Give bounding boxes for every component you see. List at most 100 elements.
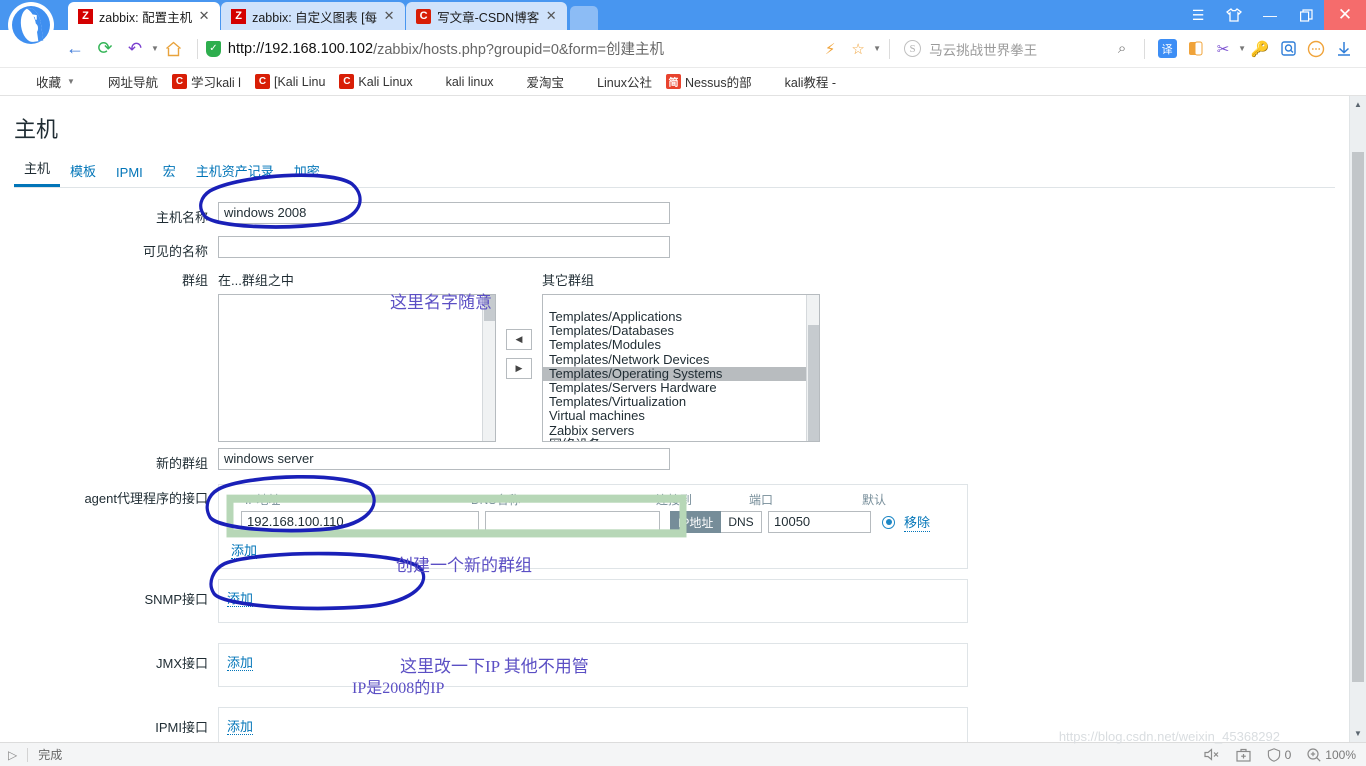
password-key-icon[interactable]: 🔑 [1246,35,1274,63]
other-group-item[interactable]: Templates/Virtualization [543,395,819,409]
more-dots-icon[interactable] [1302,35,1330,63]
scroll-up-icon[interactable]: ▲ [1350,96,1366,113]
tab-ipmi[interactable]: IPMI [106,161,153,187]
other-group-item[interactable]: Templates/Modules [543,338,819,352]
interface-port-input[interactable]: 10050 [768,511,871,533]
screenshot-scissors-icon[interactable]: ✂ [1209,35,1237,63]
bookmark-taobao[interactable]: 🗎 爱淘宝 [501,71,572,93]
history-caret-icon[interactable]: ▼ [151,44,159,53]
search-box[interactable]: S 马云挑战世界拳王 [898,39,1108,59]
download-icon[interactable] [1330,35,1358,63]
minimize-icon[interactable]: — [1252,0,1288,30]
browser-tab-3[interactable]: C 写文章-CSDN博客 ✕ [406,2,568,30]
bookmark-nav[interactable]: ⊕ 网址导航 [82,71,165,93]
in-groups-scrollbar[interactable] [482,295,495,441]
bookmark-favorites[interactable]: ★ 收藏 ▼ [10,71,82,93]
ad-block-icon[interactable]: 0 [1267,748,1291,762]
save-page-icon[interactable] [1181,35,1209,63]
hostname-input[interactable]: windows 2008 [218,202,670,224]
jmx-interfaces-block: 添加 [218,643,968,687]
interface-dns-input[interactable] [485,511,660,533]
reload-icon[interactable]: ⟳ [90,34,120,64]
bookmark-kali-linux[interactable]: C Kali Linux [332,71,419,93]
page-viewport: 主机 主机 模板 IPMI 宏 主机资产记录 加密 主机名称 windows 2… [0,96,1366,742]
move-right-button[interactable]: ▶ [506,357,532,379]
browser-tab-3-close-icon[interactable]: ✕ [543,8,559,24]
sogou-logo-letter: S [22,8,40,41]
zabbix-favicon-icon: Z [231,8,247,24]
mute-icon[interactable] [1204,748,1220,761]
browser-tab-2[interactable]: Z zabbix: 自定义图表 [每 ✕ [221,2,406,30]
interface-ip-input[interactable]: 192.168.100.110 [241,511,479,533]
tab-encryption[interactable]: 加密 [284,157,330,187]
address-bar[interactable]: http://192.168.100.102/zabbix/hosts.php?… [205,36,816,62]
search-magnifier-icon[interactable]: ⌕ [1108,35,1136,63]
browser-tab-3-title: 写文章-CSDN博客 [437,10,540,25]
connect-to-dns-button[interactable]: DNS [721,511,762,533]
new-tab-button[interactable] [570,6,599,30]
bookmark-linuxidc[interactable]: ● Linux公社 [571,71,659,93]
remove-interface-link[interactable]: 移除 [904,512,931,532]
shield-check-icon [205,40,221,57]
add-jmx-interface-link[interactable]: 添加 [227,655,254,671]
zoom-control[interactable]: 100% [1307,748,1356,762]
csdn-watermark: https://blog.csdn.net/weixin_45368292 [1058,729,1280,744]
ipmi-label: IPMI接口 [155,720,208,735]
scroll-thumb[interactable] [1352,152,1364,682]
other-group-item[interactable]: Templates/Servers Hardware [543,380,819,395]
restore-icon[interactable] [1288,0,1324,30]
add-snmp-interface-link[interactable]: 添加 [227,591,254,607]
default-interface-radio[interactable] [882,515,895,529]
other-group-item[interactable]: 网络设备 [543,437,819,441]
history-back-icon[interactable]: ↶ [120,34,150,64]
add-agent-interface-link[interactable]: 添加 [231,543,258,559]
in-groups-listbox[interactable] [218,294,496,442]
lightning-icon[interactable]: ⚡ [816,35,844,63]
search-input[interactable]: 马云挑战世界拳王 [929,39,1037,59]
drag-handle-icon[interactable]: ⋮⋮ [227,517,248,528]
back-icon[interactable]: ← [60,34,90,64]
other-group-item[interactable]: Templates/Operating Systems [543,366,819,382]
page-scrollbar[interactable]: ▲ ▼ [1349,96,1366,742]
toolbox-icon[interactable] [1236,748,1251,762]
tab-macros[interactable]: 宏 [153,157,186,187]
add-ipmi-interface-link[interactable]: 添加 [227,719,254,735]
other-group-item[interactable]: Templates/Databases [543,324,819,338]
bookmark-caret-icon[interactable]: ▼ [873,44,881,53]
bookmark-kali-linux-2[interactable]: 🗎 kali linux [420,71,501,93]
skin-shirt-icon[interactable] [1216,0,1252,30]
screenshot-caret-icon[interactable]: ▼ [1238,44,1246,53]
other-group-item[interactable]: Templates/Applications [543,309,819,324]
other-group-item[interactable]: Zabbix servers [543,423,819,438]
zoom-level: 100% [1325,747,1356,762]
browser-tab-2-close-icon[interactable]: ✕ [381,8,397,24]
connect-to-ip-button[interactable]: IP地址 [670,511,722,533]
browser-tab-1[interactable]: Z zabbix: 配置主机 ✕ [68,2,221,30]
magnifier-search-icon[interactable] [1274,35,1302,63]
play-icon[interactable]: ▷ [8,748,17,762]
bookmark-kali-tutorial[interactable]: ◉ kali教程 - [759,71,843,93]
menu-icon[interactable]: ☰ [1180,0,1216,30]
bookmark-kali-study[interactable]: C 学习kali l [165,71,248,93]
csdn-icon: C [171,74,187,89]
bookmark-nessus[interactable]: 简 Nessus的部 [659,71,759,93]
home-icon[interactable] [159,34,189,64]
browser-tab-1-close-icon[interactable]: ✕ [196,8,212,24]
chevron-down-icon[interactable]: ▼ [67,77,75,86]
visiblename-input[interactable] [218,236,670,258]
other-group-item[interactable]: Templates/Network Devices [543,352,819,367]
close-icon[interactable]: ✕ [1324,0,1366,30]
translate-icon[interactable]: 译 [1153,35,1181,63]
scroll-down-icon[interactable]: ▼ [1350,725,1366,742]
other-groups-listbox[interactable]: Templates/Applications Templates/Database… [542,294,820,442]
tab-host[interactable]: 主机 [14,154,61,187]
bookmark-star-icon[interactable]: ☆ [844,35,872,63]
newgroup-input[interactable]: windows server [218,448,670,470]
tab-inventory[interactable]: 主机资产记录 [186,157,284,187]
in-groups-list [219,308,495,312]
other-group-item[interactable]: Virtual machines [543,409,819,423]
other-groups-scrollbar[interactable] [806,295,819,441]
tab-templates[interactable]: 模板 [60,157,106,187]
move-left-button[interactable]: ◀ [506,328,532,350]
bookmark-kali-linu[interactable]: C [Kali Linu [248,71,332,93]
